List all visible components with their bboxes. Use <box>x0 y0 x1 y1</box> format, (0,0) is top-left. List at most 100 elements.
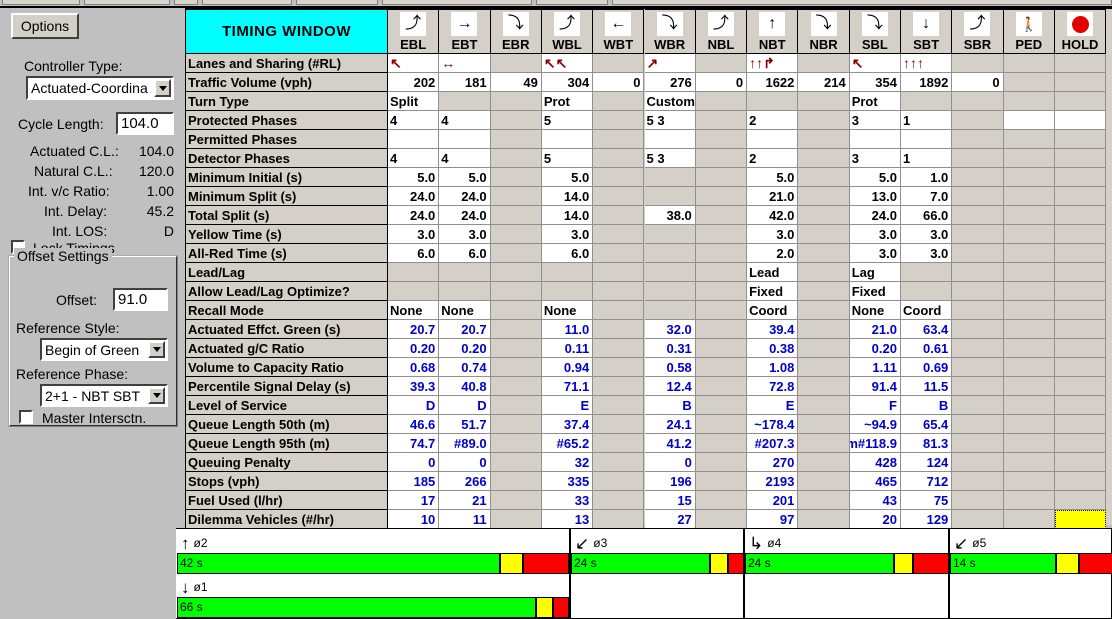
cell-wbr[interactable]: Custom <box>644 92 696 111</box>
cell-wbl[interactable]: 335 <box>541 472 594 491</box>
cell-wbl[interactable]: 0.94 <box>541 358 594 377</box>
cell-nbt[interactable]: E <box>747 396 799 415</box>
cell-nbl[interactable] <box>695 282 748 301</box>
cell-nbr[interactable] <box>798 92 850 111</box>
cell-nbl[interactable] <box>695 263 748 282</box>
cell-sbl[interactable]: 3 <box>849 149 901 168</box>
cell-wbt[interactable] <box>593 453 645 472</box>
chevron-down-icon[interactable] <box>154 79 171 97</box>
cell-sbl[interactable]: 3.0 <box>849 225 901 244</box>
cell-sbl[interactable]: Lag <box>849 263 901 282</box>
cell-wbr[interactable]: 32.0 <box>644 320 696 339</box>
cell-wbt[interactable] <box>593 92 645 111</box>
cell-wbt[interactable] <box>593 434 645 453</box>
cell-sbt[interactable]: 7.0 <box>901 187 953 206</box>
cell-ebl[interactable]: 5.0 <box>388 168 440 187</box>
cell-wbt[interactable] <box>593 225 645 244</box>
cell-wbt[interactable] <box>593 510 645 529</box>
cell-sbt[interactable]: 11.5 <box>901 377 953 396</box>
cell-wbt[interactable] <box>593 491 645 510</box>
cell-wbr[interactable] <box>644 263 696 282</box>
cell-wbt[interactable] <box>593 263 645 282</box>
phase-bar-top[interactable]: 24 s <box>745 553 950 574</box>
cell-wbr[interactable]: 24.1 <box>644 415 696 434</box>
cell-wbl[interactable]: 304 <box>541 73 594 92</box>
cell-wbl[interactable]: 6.0 <box>541 244 594 263</box>
cell-ebr[interactable] <box>490 244 542 263</box>
cell-sbr[interactable] <box>952 377 1004 396</box>
column-header-wbr[interactable]: ⤵ WBR <box>644 9 696 54</box>
cell-wbl[interactable]: 32 <box>541 453 594 472</box>
cell-nbr[interactable] <box>798 453 850 472</box>
cell-sbr[interactable] <box>952 301 1004 320</box>
cell-sbr[interactable] <box>952 263 1004 282</box>
offset-input[interactable]: 91.0 <box>113 288 168 311</box>
cell-ebr[interactable] <box>490 92 542 111</box>
cell-wbt[interactable] <box>593 377 645 396</box>
cell-wbl[interactable]: 13 <box>541 510 594 529</box>
cell-wbl[interactable]: 33 <box>541 491 594 510</box>
cell-ebl[interactable]: D <box>388 396 440 415</box>
toolbar-button-group-3[interactable] <box>174 0 198 5</box>
cell-sbl[interactable]: F <box>849 396 901 415</box>
cell-nbl[interactable] <box>695 510 748 529</box>
toolbar-button-group-5[interactable] <box>296 0 378 5</box>
cell-nbl[interactable] <box>695 149 748 168</box>
cell-wbr[interactable] <box>644 130 696 149</box>
cell-ebr[interactable] <box>490 206 542 225</box>
cell-sbt[interactable]: B <box>901 396 953 415</box>
cell-ebl[interactable] <box>388 263 440 282</box>
cell-nbr[interactable] <box>798 434 850 453</box>
cell-ebr[interactable] <box>490 130 542 149</box>
cell-sbt[interactable]: ↑↑↑ <box>901 54 953 73</box>
column-header-ebr[interactable]: ⤵ EBR <box>490 9 542 54</box>
cell-nbr[interactable] <box>798 339 850 358</box>
cell-wbr[interactable]: 41.2 <box>644 434 696 453</box>
cell-sbl[interactable]: None <box>849 301 901 320</box>
cycle-length-input[interactable]: 104.0 <box>116 112 174 135</box>
cell-nbt[interactable]: ~178.4 <box>747 415 799 434</box>
cell-nbl[interactable] <box>695 396 748 415</box>
cell-sbl[interactable] <box>849 130 901 149</box>
cell-nbr[interactable] <box>798 130 850 149</box>
cell-wbl[interactable]: 3.0 <box>541 225 594 244</box>
cell-ebl[interactable]: ↖ <box>388 54 440 73</box>
cell-nbt[interactable]: 1.08 <box>747 358 799 377</box>
cell-nbl[interactable] <box>695 187 748 206</box>
cell-ebt[interactable]: 11 <box>439 510 491 529</box>
controller-type-select[interactable]: Actuated-Coordina <box>26 76 174 100</box>
cell-ebt[interactable]: ↔ <box>439 54 491 73</box>
column-header-ebl[interactable]: ⤴ EBL <box>388 9 440 54</box>
cell-nbt[interactable]: Lead <box>747 263 799 282</box>
cell-wbt[interactable] <box>593 206 645 225</box>
cell-sbl[interactable]: ↖ <box>849 54 901 73</box>
cell-ebt[interactable]: 4 <box>439 111 491 130</box>
cell-wbr[interactable] <box>644 282 696 301</box>
cell-ebt[interactable]: 20.7 <box>439 320 491 339</box>
phase-group-4[interactable]: ↙ ø5 14 s <box>948 529 1112 619</box>
cell-ebt[interactable]: D <box>439 396 491 415</box>
cell-ebt[interactable]: 0.20 <box>439 339 491 358</box>
cell-ebt[interactable]: 21 <box>439 491 491 510</box>
cell-ebl[interactable]: 39.3 <box>388 377 440 396</box>
cell-ebl[interactable]: 0.68 <box>388 358 440 377</box>
cell-sbt[interactable]: 63.4 <box>901 320 953 339</box>
cell-wbr[interactable]: B <box>644 396 696 415</box>
cell-wbr[interactable]: 0.58 <box>644 358 696 377</box>
cell-ebr[interactable] <box>490 415 542 434</box>
cell-wbl[interactable]: 0.11 <box>541 339 594 358</box>
cell-wbt[interactable] <box>593 301 645 320</box>
cell-wbr[interactable] <box>644 301 696 320</box>
cell-nbt[interactable]: 97 <box>747 510 799 529</box>
cell-nbl[interactable] <box>695 206 748 225</box>
cell-nbt[interactable]: ↑↑↱ <box>747 54 799 73</box>
cell-wbr[interactable]: 5 3 <box>644 111 696 130</box>
cell-nbl[interactable] <box>695 339 748 358</box>
cell-sbr[interactable] <box>952 187 1004 206</box>
cell-ebl[interactable] <box>388 130 440 149</box>
cell-wbl[interactable]: 5 <box>541 149 594 168</box>
cell-sbl[interactable]: 1.11 <box>849 358 901 377</box>
cell-ebt[interactable]: 0 <box>439 453 491 472</box>
cell-nbt[interactable]: 3.0 <box>747 225 799 244</box>
cell-nbl[interactable] <box>695 491 748 510</box>
